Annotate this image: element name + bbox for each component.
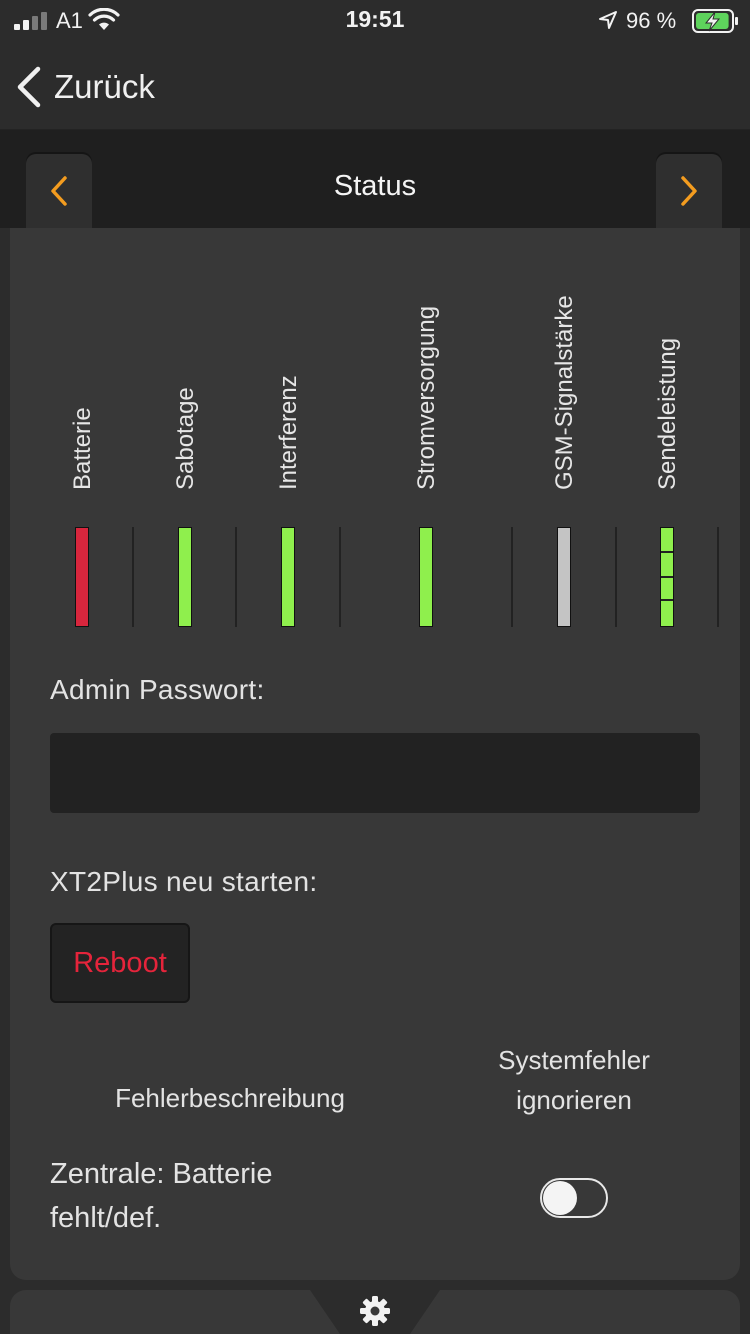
location-arrow-icon	[599, 11, 617, 29]
indicator-divider	[339, 527, 341, 627]
admin-password-label: Admin Passwort:	[50, 674, 265, 705]
indicator-label-sendeleistung: Sendeleistung	[654, 337, 681, 490]
indicator-bar-sendeleistung	[660, 527, 674, 627]
indicator-divider	[615, 527, 617, 627]
indicator-label-stromversorgung: Stromversorgung	[413, 305, 440, 490]
indicator-label-interferenz: Interferenz	[275, 375, 302, 490]
navigation-bar: Zurück	[0, 44, 750, 130]
status-bar: A1 19:51 96 %	[0, 0, 750, 44]
indicator-bar-interferenz	[281, 527, 295, 627]
section-title: Status	[333, 170, 417, 202]
indicator-divider	[132, 527, 134, 627]
chevron-left-icon	[17, 66, 41, 108]
indicator-divider	[235, 527, 237, 627]
restart-label: XT2Plus neu starten:	[50, 866, 318, 897]
reboot-button[interactable]: Reboot	[50, 923, 190, 1003]
indicator-bar-batterie	[75, 527, 89, 627]
error-description: Zentrale: Batterie fehlt/def.	[50, 1158, 273, 1234]
section-switcher: Status	[0, 130, 750, 228]
chevron-right-icon	[681, 176, 697, 206]
admin-password-input[interactable]	[50, 733, 700, 813]
column-header-ignore-system-error: Systemfehler ignorieren	[498, 1045, 650, 1115]
indicator-bar-gsm-signalstaerke	[557, 527, 571, 627]
toggle-knob	[543, 1181, 577, 1215]
indicator-bar-sabotage	[178, 527, 192, 627]
back-label: Zurück	[54, 68, 155, 105]
indicator-label-gsm-signalstaerke: GSM-Signalstärke	[551, 295, 578, 490]
column-header-error-description: Fehlerbeschreibung	[115, 1083, 345, 1113]
next-section-button[interactable]	[656, 154, 722, 228]
indicator-label-batterie: Batterie	[69, 407, 96, 490]
indicator-divider	[511, 527, 513, 627]
gear-icon	[360, 1296, 390, 1326]
ignore-error-toggle[interactable]	[540, 1178, 608, 1218]
indicator-label-sabotage: Sabotage	[172, 387, 199, 490]
battery-percent: 96 %	[626, 8, 677, 33]
settings-drawer[interactable]	[10, 1290, 740, 1334]
indicator-divider	[717, 527, 719, 627]
battery-charging-icon	[692, 9, 738, 33]
back-button[interactable]: Zurück	[14, 62, 155, 112]
status-panel: Batterie Sabotage Interferenz Stromverso…	[10, 228, 740, 1280]
indicator-bar-stromversorgung	[419, 527, 433, 627]
